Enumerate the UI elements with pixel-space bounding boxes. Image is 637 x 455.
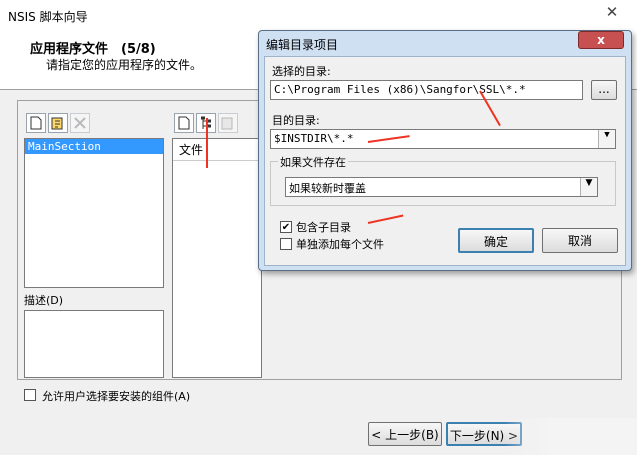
description-box — [24, 310, 164, 378]
wizard-titlebar: NSIS 脚本向导 ✕ — [0, 0, 637, 32]
allow-select-components-label: 允许用户选择要安装的组件(A) — [42, 390, 191, 403]
edit-section-button[interactable] — [48, 113, 68, 133]
edit-file-button[interactable] — [218, 113, 238, 133]
watermark-overlay — [504, 418, 637, 455]
close-icon[interactable]: ✕ — [595, 2, 629, 22]
page-description: 请指定您的应用程序的文件。 — [46, 58, 203, 72]
include-subdirs-label: 包含子目录 — [296, 221, 351, 234]
annotation-arrow — [206, 118, 208, 168]
description-label: 描述(D) — [24, 294, 64, 307]
sections-list[interactable]: MainSection — [24, 138, 164, 288]
add-each-file-checkbox[interactable] — [280, 238, 292, 250]
new-page-icon — [30, 116, 42, 130]
delete-section-button[interactable] — [70, 113, 90, 133]
source-dir-label: 选择的目录: — [272, 65, 331, 78]
include-subdirs-checkbox[interactable]: ✔ — [280, 221, 292, 233]
delete-x-icon — [74, 117, 86, 129]
dialog-title: 编辑目录项目 — [266, 38, 339, 52]
column-header-file[interactable]: 文件 — [173, 139, 261, 161]
back-button[interactable]: < 上一步(B) — [368, 422, 442, 446]
window-title: NSIS 脚本向导 — [8, 10, 88, 24]
if-exists-value: 如果较新时覆盖 — [289, 182, 366, 195]
add-file-button[interactable] — [174, 113, 194, 133]
add-each-file-label: 单独添加每个文件 — [296, 238, 384, 251]
chevron-down-icon[interactable]: ▼ — [598, 130, 615, 148]
new-section-button[interactable] — [26, 113, 46, 133]
cancel-button[interactable]: 取消 — [542, 228, 618, 253]
files-list[interactable]: 文件 — [172, 138, 262, 378]
browse-button[interactable]: ... — [591, 80, 617, 100]
dest-dir-value: $INSTDIR\*.* — [274, 132, 354, 145]
edit-file-icon — [221, 117, 233, 130]
edit-section-icon — [51, 117, 63, 130]
new-page-icon — [178, 116, 190, 130]
ok-button[interactable]: 确定 — [458, 228, 534, 253]
source-dir-field[interactable]: C:\Program Files (x86)\Sangfor\SSL\*.* — [270, 80, 583, 100]
if-exists-label: 如果文件存在 — [278, 154, 348, 170]
dialog-close-button[interactable]: x — [578, 31, 624, 49]
if-exists-combo[interactable]: 如果较新时覆盖 ▼ — [285, 177, 598, 197]
page-title: 应用程序文件 (5/8) — [30, 42, 156, 57]
allow-select-components-checkbox[interactable] — [24, 389, 36, 401]
list-item-mainsection[interactable]: MainSection — [25, 139, 163, 154]
chevron-down-icon[interactable]: ▼ — [580, 178, 597, 196]
dest-dir-combo[interactable]: $INSTDIR\*.* ▼ — [270, 129, 616, 149]
dest-dir-label: 目的目录: — [272, 114, 320, 127]
